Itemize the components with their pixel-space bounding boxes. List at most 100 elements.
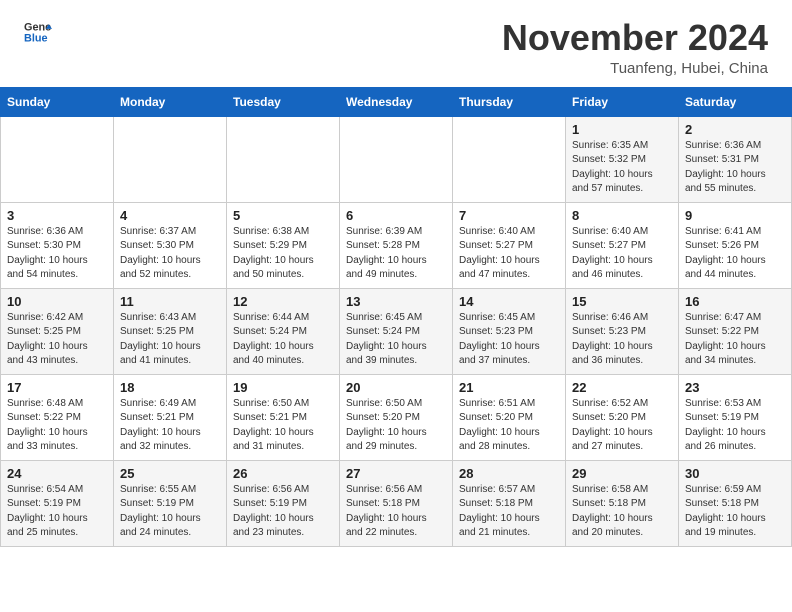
- calendar-day-cell: 17Sunrise: 6:48 AMSunset: 5:22 PMDayligh…: [1, 374, 114, 460]
- calendar-day-cell: 22 Sunrise: 6:52 AMSunset: 5:20 PMDayligh…: [566, 374, 679, 460]
- day-info: Sunrise: 6:50 AMSunset: 5:20 PMDaylight:…: [346, 397, 446, 455]
- day-info: Sunrise: 6:58 AMSunset: 5:18 PMDaylight:…: [572, 483, 672, 541]
- calendar-day-cell: 2 Sunrise: 6:36 AMSunset: 5:31 PMDaylight…: [679, 116, 792, 202]
- day-number: 18: [120, 380, 220, 395]
- day-info: Sunrise: 6:38 AMSunset: 5:29 PMDaylight:…: [233, 225, 333, 283]
- day-info: Sunrise: 6:40 AMSunset: 5:27 PMDaylight:…: [459, 225, 559, 283]
- day-number: 23: [685, 380, 785, 395]
- day-info: Sunrise: 6:53 AMSunset: 5:19 PMDaylight:…: [685, 397, 785, 455]
- day-info: Sunrise: 6:50 AMSunset: 5:21 PMDaylight:…: [233, 397, 333, 455]
- day-number: 1: [572, 122, 672, 137]
- day-number: 28: [459, 466, 559, 481]
- calendar-table: SundayMondayTuesdayWednesdayThursdayFrid…: [0, 87, 792, 547]
- calendar-week-row: 10 Sunrise: 6:42 AMSunset: 5:25 PMDayligh…: [1, 288, 792, 374]
- calendar-day-cell: 18 Sunrise: 6:49 AMSunset: 5:21 PMDayligh…: [114, 374, 227, 460]
- calendar-day-cell: 27Sunrise: 6:56 AMSunset: 5:18 PMDayligh…: [340, 460, 453, 546]
- weekday-header-cell: Saturday: [679, 87, 792, 116]
- calendar-day-cell: 1 Sunrise: 6:35 AMSunset: 5:32 PMDaylight…: [566, 116, 679, 202]
- day-info: Sunrise: 6:49 AMSunset: 5:21 PMDaylight:…: [120, 397, 220, 455]
- day-info: Sunrise: 6:52 AMSunset: 5:20 PMDaylight:…: [572, 397, 672, 455]
- day-info: Sunrise: 6:46 AMSunset: 5:23 PMDaylight:…: [572, 311, 672, 369]
- day-info: Sunrise: 6:36 AMSunset: 5:31 PMDaylight:…: [685, 139, 785, 197]
- day-info: Sunrise: 6:36 AMSunset: 5:30 PMDaylight:…: [7, 225, 107, 283]
- day-info: Sunrise: 6:57 AMSunset: 5:18 PMDaylight:…: [459, 483, 559, 541]
- calendar-day-cell: 6 Sunrise: 6:39 AMSunset: 5:28 PMDaylight…: [340, 202, 453, 288]
- location: Tuanfeng, Hubei, China: [502, 60, 768, 77]
- title-block: November 2024 Tuanfeng, Hubei, China: [502, 18, 768, 77]
- calendar-day-cell: 24 Sunrise: 6:54 AMSunset: 5:19 PMDayligh…: [1, 460, 114, 546]
- calendar-week-row: 24 Sunrise: 6:54 AMSunset: 5:19 PMDayligh…: [1, 460, 792, 546]
- weekday-header-cell: Sunday: [1, 87, 114, 116]
- day-info: Sunrise: 6:43 AMSunset: 5:25 PMDaylight:…: [120, 311, 220, 369]
- calendar-day-cell: 10 Sunrise: 6:42 AMSunset: 5:25 PMDayligh…: [1, 288, 114, 374]
- day-info: Sunrise: 6:48 AMSunset: 5:22 PMDaylight:…: [7, 397, 107, 455]
- day-info: Sunrise: 6:40 AMSunset: 5:27 PMDaylight:…: [572, 225, 672, 283]
- day-info: Sunrise: 6:54 AMSunset: 5:19 PMDaylight:…: [7, 483, 107, 541]
- day-number: 14: [459, 294, 559, 309]
- day-info: Sunrise: 6:37 AMSunset: 5:30 PMDaylight:…: [120, 225, 220, 283]
- calendar-day-cell: 13Sunrise: 6:45 AMSunset: 5:24 PMDayligh…: [340, 288, 453, 374]
- calendar-day-cell: 9Sunrise: 6:41 AMSunset: 5:26 PMDaylight…: [679, 202, 792, 288]
- weekday-header-cell: Tuesday: [227, 87, 340, 116]
- calendar-day-cell: 8 Sunrise: 6:40 AMSunset: 5:27 PMDaylight…: [566, 202, 679, 288]
- weekday-header-cell: Thursday: [453, 87, 566, 116]
- calendar-day-cell: 23 Sunrise: 6:53 AMSunset: 5:19 PMDayligh…: [679, 374, 792, 460]
- calendar-day-cell: [1, 116, 114, 202]
- day-number: 15: [572, 294, 672, 309]
- day-number: 24: [7, 466, 107, 481]
- logo: General Blue: [24, 18, 52, 46]
- day-number: 26: [233, 466, 333, 481]
- logo-icon: General Blue: [24, 18, 52, 46]
- calendar-day-cell: 3 Sunrise: 6:36 AMSunset: 5:30 PMDaylight…: [1, 202, 114, 288]
- day-info: Sunrise: 6:44 AMSunset: 5:24 PMDaylight:…: [233, 311, 333, 369]
- calendar-week-row: 1 Sunrise: 6:35 AMSunset: 5:32 PMDaylight…: [1, 116, 792, 202]
- day-number: 13: [346, 294, 446, 309]
- header: General Blue November 2024 Tuanfeng, Hub…: [0, 0, 792, 87]
- calendar-day-cell: 5 Sunrise: 6:38 AMSunset: 5:29 PMDaylight…: [227, 202, 340, 288]
- day-info: Sunrise: 6:59 AMSunset: 5:18 PMDaylight:…: [685, 483, 785, 541]
- day-info: Sunrise: 6:42 AMSunset: 5:25 PMDaylight:…: [7, 311, 107, 369]
- day-number: 22: [572, 380, 672, 395]
- calendar-day-cell: 7 Sunrise: 6:40 AMSunset: 5:27 PMDaylight…: [453, 202, 566, 288]
- calendar-day-cell: [227, 116, 340, 202]
- calendar-day-cell: 4Sunrise: 6:37 AMSunset: 5:30 PMDaylight…: [114, 202, 227, 288]
- day-number: 5: [233, 208, 333, 223]
- calendar-day-cell: 29 Sunrise: 6:58 AMSunset: 5:18 PMDayligh…: [566, 460, 679, 546]
- day-number: 9: [685, 208, 785, 223]
- calendar-day-cell: [114, 116, 227, 202]
- day-number: 10: [7, 294, 107, 309]
- day-number: 6: [346, 208, 446, 223]
- day-number: 8: [572, 208, 672, 223]
- day-number: 27: [346, 466, 446, 481]
- calendar-day-cell: 15 Sunrise: 6:46 AMSunset: 5:23 PMDayligh…: [566, 288, 679, 374]
- day-number: 20: [346, 380, 446, 395]
- calendar-day-cell: 25 Sunrise: 6:55 AMSunset: 5:19 PMDayligh…: [114, 460, 227, 546]
- day-info: Sunrise: 6:35 AMSunset: 5:32 PMDaylight:…: [572, 139, 672, 197]
- day-info: Sunrise: 6:39 AMSunset: 5:28 PMDaylight:…: [346, 225, 446, 283]
- weekday-header-cell: Wednesday: [340, 87, 453, 116]
- day-number: 25: [120, 466, 220, 481]
- day-number: 3: [7, 208, 107, 223]
- calendar-day-cell: [453, 116, 566, 202]
- weekday-header-row: SundayMondayTuesdayWednesdayThursdayFrid…: [1, 87, 792, 116]
- day-info: Sunrise: 6:55 AMSunset: 5:19 PMDaylight:…: [120, 483, 220, 541]
- calendar-day-cell: 26 Sunrise: 6:56 AMSunset: 5:19 PMDayligh…: [227, 460, 340, 546]
- day-number: 29: [572, 466, 672, 481]
- day-info: Sunrise: 6:56 AMSunset: 5:19 PMDaylight:…: [233, 483, 333, 541]
- calendar-day-cell: 14 Sunrise: 6:45 AMSunset: 5:23 PMDayligh…: [453, 288, 566, 374]
- day-number: 7: [459, 208, 559, 223]
- calendar-week-row: 17Sunrise: 6:48 AMSunset: 5:22 PMDayligh…: [1, 374, 792, 460]
- calendar-day-cell: 21Sunrise: 6:51 AMSunset: 5:20 PMDayligh…: [453, 374, 566, 460]
- calendar-day-cell: [340, 116, 453, 202]
- day-number: 11: [120, 294, 220, 309]
- calendar-day-cell: 11 Sunrise: 6:43 AMSunset: 5:25 PMDayligh…: [114, 288, 227, 374]
- day-number: 21: [459, 380, 559, 395]
- calendar-day-cell: 28 Sunrise: 6:57 AMSunset: 5:18 PMDayligh…: [453, 460, 566, 546]
- day-number: 2: [685, 122, 785, 137]
- day-number: 12: [233, 294, 333, 309]
- day-number: 19: [233, 380, 333, 395]
- weekday-header-cell: Friday: [566, 87, 679, 116]
- calendar-day-cell: 30Sunrise: 6:59 AMSunset: 5:18 PMDayligh…: [679, 460, 792, 546]
- day-info: Sunrise: 6:47 AMSunset: 5:22 PMDaylight:…: [685, 311, 785, 369]
- day-info: Sunrise: 6:45 AMSunset: 5:23 PMDaylight:…: [459, 311, 559, 369]
